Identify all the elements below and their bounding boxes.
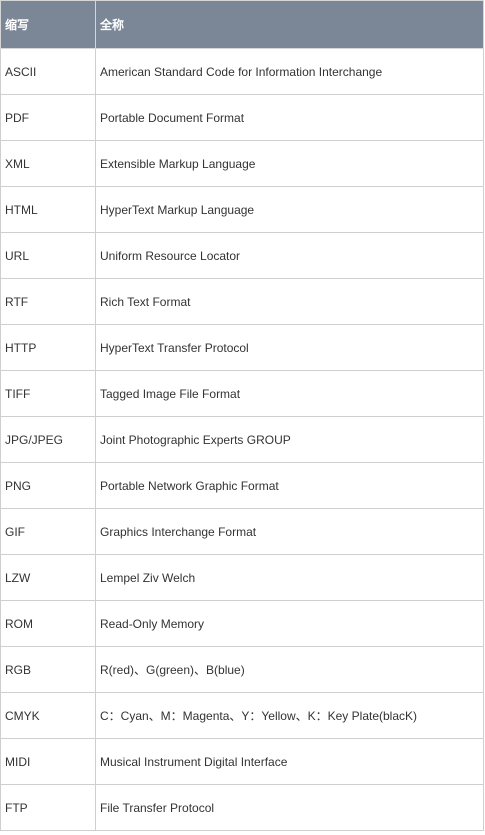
abbreviation-cell: PNG	[0, 462, 96, 509]
full-name-cell: Portable Document Format	[95, 94, 484, 141]
full-name-cell: Graphics Interchange Format	[95, 508, 484, 555]
abbreviation-table: 缩写 全称 ASCII American Standard Code for In…	[0, 0, 484, 831]
full-name-cell: File Transfer Protocol	[95, 784, 484, 831]
full-name-cell: Portable Network Graphic Format	[95, 462, 484, 509]
table-row: TIFF Tagged Image File Format	[0, 370, 484, 417]
full-name-cell: Uniform Resource Locator	[95, 232, 484, 279]
abbreviation-cell: RTF	[0, 278, 96, 325]
abbreviation-cell: HTML	[0, 186, 96, 233]
abbreviation-cell: LZW	[0, 554, 96, 601]
full-name-cell: Joint Photographic Experts GROUP	[95, 416, 484, 463]
full-name-cell: Rich Text Format	[95, 278, 484, 325]
abbreviation-cell: TIFF	[0, 370, 96, 417]
table-body: ASCII American Standard Code for Informat…	[0, 48, 484, 831]
table-row: XML Extensible Markup Language	[0, 140, 484, 187]
abbreviation-cell: CMYK	[0, 692, 96, 739]
table-row: PNG Portable Network Graphic Format	[0, 462, 484, 509]
table-row: CMYK C：Cyan、M：Magenta、Y：Yellow、K：Key Plat…	[0, 692, 484, 739]
full-name-cell: Tagged Image File Format	[95, 370, 484, 417]
table-row: GIF Graphics Interchange Format	[0, 508, 484, 555]
header-row: 缩写 全称	[0, 0, 484, 49]
table-row: MIDI Musical Instrument Digital Interface	[0, 738, 484, 785]
abbreviation-cell: ASCII	[0, 48, 96, 95]
table-row: HTML HyperText Markup Language	[0, 186, 484, 233]
table-row: PDF Portable Document Format	[0, 94, 484, 141]
table-row: FTP File Transfer Protocol	[0, 784, 484, 831]
abbreviation-cell: PDF	[0, 94, 96, 141]
table-row: LZW Lempel Ziv Welch	[0, 554, 484, 601]
table-row: URL Uniform Resource Locator	[0, 232, 484, 279]
header-full-name: 全称	[95, 0, 484, 49]
abbreviation-cell: ROM	[0, 600, 96, 647]
abbreviation-cell: FTP	[0, 784, 96, 831]
full-name-cell: Extensible Markup Language	[95, 140, 484, 187]
table-row: RTF Rich Text Format	[0, 278, 484, 325]
abbreviation-cell: MIDI	[0, 738, 96, 785]
full-name-cell: Read-Only Memory	[95, 600, 484, 647]
full-name-cell: HyperText Markup Language	[95, 186, 484, 233]
full-name-cell: Musical Instrument Digital Interface	[95, 738, 484, 785]
full-name-cell: HyperText Transfer Protocol	[95, 324, 484, 371]
table-header: 缩写 全称	[0, 0, 484, 49]
full-name-cell: R(red)、G(green)、B(blue)	[95, 646, 484, 693]
abbreviation-cell: RGB	[0, 646, 96, 693]
table-row: HTTP HyperText Transfer Protocol	[0, 324, 484, 371]
table-row: RGB R(red)、G(green)、B(blue)	[0, 646, 484, 693]
table-row: JPG/JPEG Joint Photographic Experts GROUP	[0, 416, 484, 463]
abbreviation-cell: JPG/JPEG	[0, 416, 96, 463]
table-row: ROM Read-Only Memory	[0, 600, 484, 647]
table-row: ASCII American Standard Code for Informat…	[0, 48, 484, 95]
abbreviation-cell: GIF	[0, 508, 96, 555]
full-name-cell: Lempel Ziv Welch	[95, 554, 484, 601]
full-name-cell: American Standard Code for Information I…	[95, 48, 484, 95]
header-abbreviation: 缩写	[0, 0, 96, 49]
abbreviation-cell: HTTP	[0, 324, 96, 371]
abbreviation-cell: XML	[0, 140, 96, 187]
abbreviation-cell: URL	[0, 232, 96, 279]
full-name-cell: C：Cyan、M：Magenta、Y：Yellow、K：Key Plate(bl…	[95, 692, 484, 739]
